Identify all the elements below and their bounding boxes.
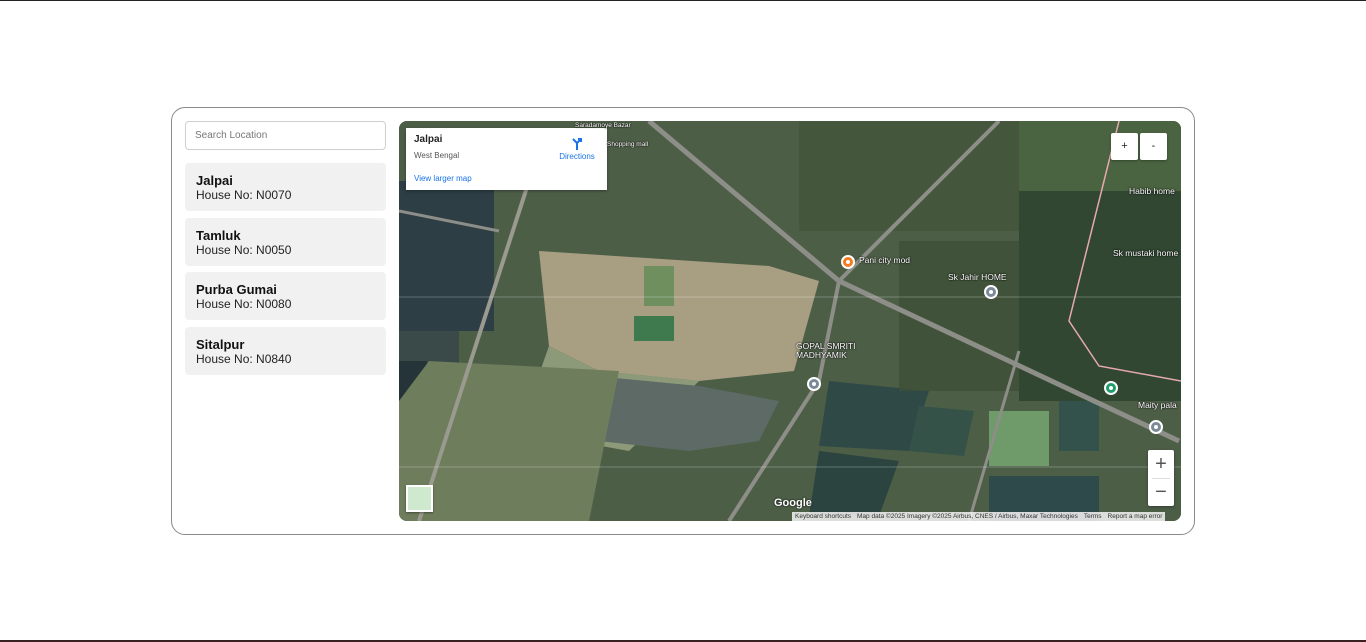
map-zoom-in-button[interactable]: + [1148, 450, 1174, 478]
place-label-mustaki: Sk mustaki home [1113, 248, 1179, 258]
map-type-toggle[interactable] [406, 485, 433, 512]
location-name: Sitalpur [196, 336, 245, 352]
location-item-tamluk[interactable]: Tamluk House No: N0050 [185, 217, 386, 266]
place-label-pani: Pani city mod [859, 255, 911, 265]
location-item-sitalpur[interactable]: Sitalpur House No: N0840 [185, 326, 386, 375]
location-house: House No: N0050 [196, 242, 292, 257]
zoom-in-button[interactable]: + [1111, 133, 1138, 160]
google-logo: Google [774, 497, 812, 509]
place-label-gopal-2: MADHYAMIK [796, 350, 847, 360]
search-input[interactable] [185, 121, 386, 150]
place-title: Jalpai [414, 134, 443, 145]
location-item-purba-gumai[interactable]: Purba Gumai House No: N0080 [185, 272, 386, 320]
view-larger-map-link[interactable]: View larger map [414, 174, 472, 183]
map-zoom-out-button[interactable]: − [1148, 478, 1174, 506]
report-error-link[interactable]: Report a map error [1105, 512, 1166, 521]
map-attribution: Keyboard shortcuts Map data ©2025 Imager… [792, 512, 1166, 521]
place-label-maity: Maity pala [1138, 400, 1177, 410]
location-name: Jalpai [196, 173, 233, 188]
keyboard-shortcuts-link[interactable]: Keyboard shortcuts [792, 512, 854, 521]
place-info-card: Jalpai West Bengal View larger map Direc… [406, 128, 607, 190]
zoom-divider [1152, 478, 1170, 479]
map-embed[interactable]: Jalpai West Bengal View larger map Direc… [399, 121, 1181, 521]
school-pin-icon[interactable] [807, 377, 821, 391]
location-card: Jalpai House No: N0070 Tamluk House No: … [171, 107, 1195, 535]
location-name: Purba Gumai [196, 282, 277, 297]
zoom-out-button[interactable]: - [1140, 133, 1167, 160]
place-label-shopping: Shopping mall [607, 141, 649, 148]
directions-button[interactable]: Directions [556, 136, 598, 161]
green-pin-icon[interactable] [1104, 381, 1118, 395]
location-list: Jalpai House No: N0070 Tamluk House No: … [185, 163, 386, 381]
map-data-text: Map data ©2025 Imagery ©2025 Airbus, CNE… [857, 513, 1078, 520]
place-subtitle: West Bengal [414, 151, 460, 160]
directions-label: Directions [559, 152, 595, 161]
map-zoom-control: + − [1148, 450, 1174, 506]
terms-link[interactable]: Terms [1081, 512, 1105, 521]
home-pin-icon[interactable] [1149, 420, 1163, 434]
place-label-bazar: Saradamoye Bazar [575, 122, 631, 129]
location-house: House No: N0840 [196, 351, 292, 366]
directions-icon [556, 136, 598, 151]
food-pin-icon[interactable] [841, 255, 855, 269]
location-item-jalpai[interactable]: Jalpai House No: N0070 [185, 163, 386, 211]
place-label-habib: Habib home [1129, 186, 1175, 196]
top-border [0, 0, 1366, 1]
location-name: Tamluk [196, 227, 241, 243]
home-pin-icon[interactable] [984, 285, 998, 299]
location-house: House No: N0080 [196, 297, 292, 311]
place-label-jahir: Sk Jahir HOME [948, 272, 1007, 282]
location-house: House No: N0070 [196, 188, 292, 202]
